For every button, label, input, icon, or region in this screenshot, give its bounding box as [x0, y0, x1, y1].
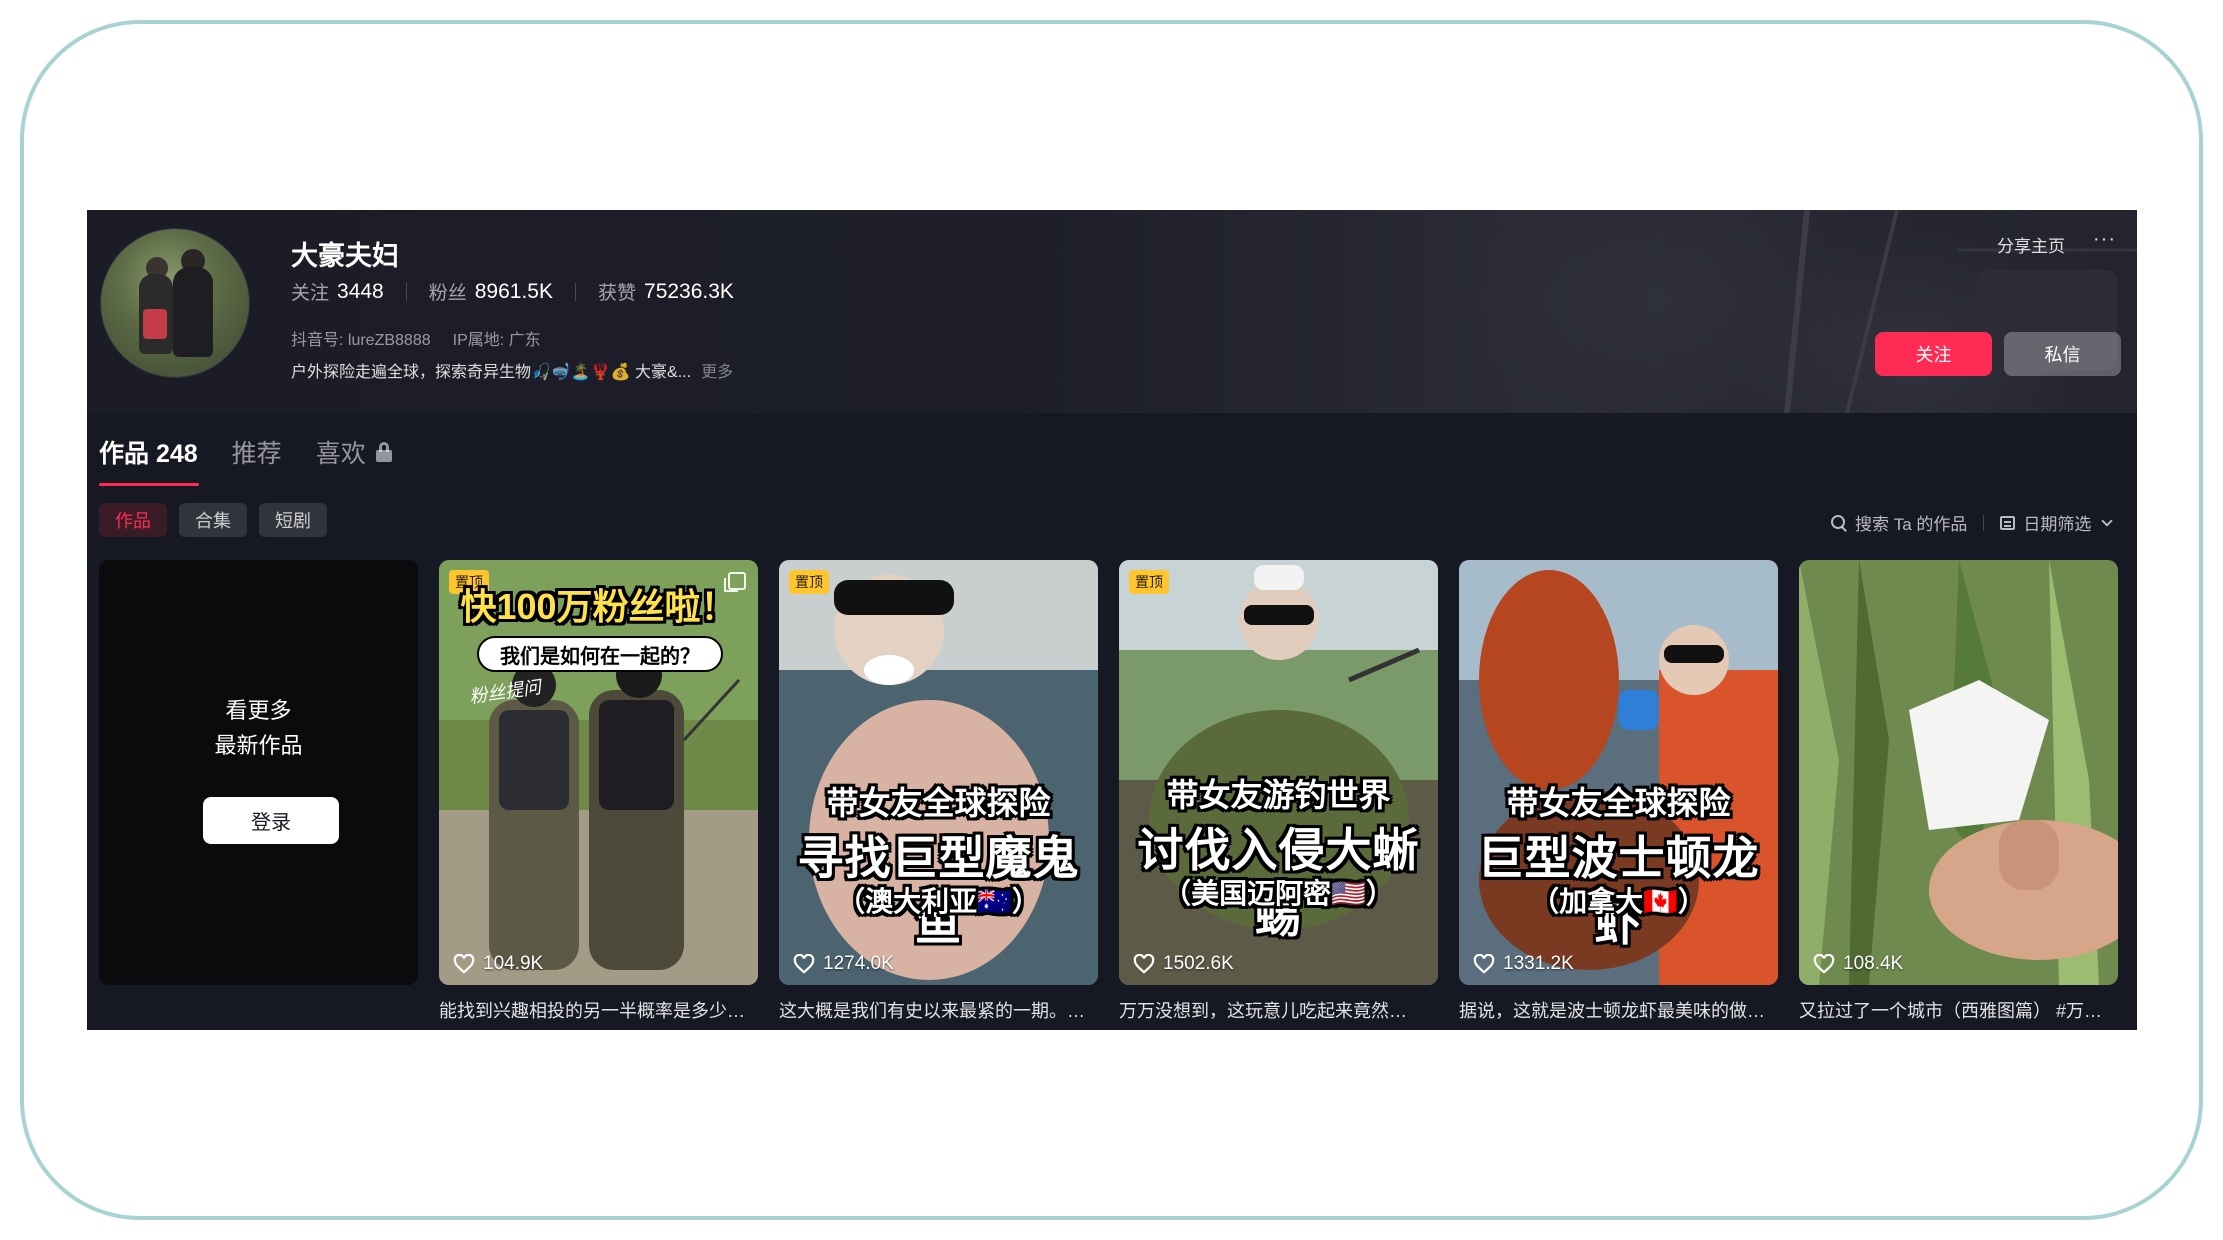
followers-label: 粉丝 — [428, 283, 467, 304]
video-card[interactable]: 置顶 快100万粉丝啦！ 我们是如何在一起的？ 粉丝提问 104.9K — [439, 560, 758, 985]
tab-recommend[interactable]: 推荐 — [232, 434, 282, 486]
followers-value: 8961.5K — [474, 279, 553, 303]
video-overlay-title: 带女友全球探险 — [1506, 785, 1731, 821]
following-label: 关注 — [291, 283, 330, 304]
tab-label: 推荐 — [231, 440, 282, 468]
video-card[interactable]: 108.4K — [1799, 560, 2118, 985]
video-caption[interactable]: 万万没想到，这玩意儿吃起来竟然… — [1119, 997, 1438, 1023]
works-toolbar: 搜索 Ta 的作品 日期筛选 — [1831, 510, 2114, 535]
video-card[interactable]: 带女友全球探险 巨型波士顿龙虾 （加拿大🇨🇦） 1331.2K — [1459, 560, 1778, 985]
login-prompt-text: 看更多 最新作品 — [214, 698, 303, 758]
subtab-collections[interactable]: 合集 — [179, 503, 247, 537]
profile-header: 大豪夫妇 关注 3448 粉丝 8961.5K 获赞 75236.3K 抖音号:… — [87, 210, 2137, 413]
sub-tabs: 作品 合集 短剧 — [99, 503, 327, 537]
video-likes: 1274.0K — [793, 953, 894, 975]
tab-works[interactable]: 作品 248 — [99, 434, 199, 486]
heart-icon — [1133, 954, 1155, 974]
video-overlay-title: 快100万粉丝啦！ — [460, 586, 737, 627]
profile-tabs: 作品 248 推荐 喜欢 — [99, 434, 426, 486]
video-caption[interactable]: 这大概是我们有史以来最紧的一期。… — [779, 997, 1098, 1023]
search-works-button[interactable]: 搜索 Ta 的作品 — [1855, 510, 1967, 535]
lock-icon — [375, 442, 392, 462]
bio-more-link[interactable]: 更多 — [701, 358, 733, 382]
likes-stat: 获赞 75236.3K — [598, 278, 734, 305]
video-likes: 1331.2K — [1473, 953, 1574, 975]
video-card[interactable]: 置顶 带女友全球探险 寻找巨型魔鬼鱼 （澳大利亚🇦🇺） 1274.0K — [779, 560, 1098, 985]
video-overlay-sub: （澳大利亚🇦🇺） — [837, 886, 1040, 917]
video-likes: 108.4K — [1813, 953, 1903, 975]
video-caption[interactable]: 据说，这就是波士顿龙虾最美味的做… — [1459, 997, 1778, 1023]
video-thumbnail — [1799, 560, 2118, 985]
video-overlay-bubble: 我们是如何在一起的？ — [477, 636, 723, 672]
following-value: 3448 — [337, 279, 384, 303]
douyin-id: 抖音号: lureZB8888 — [291, 332, 431, 349]
subtab-works[interactable]: 作品 — [99, 503, 167, 537]
heart-icon — [1473, 954, 1495, 974]
heart-icon — [453, 954, 475, 974]
video-overlay-title: 带女友游钓世界 — [1166, 777, 1391, 813]
search-icon — [1831, 514, 1847, 531]
calendar-icon — [2000, 515, 2016, 530]
video-likes: 1502.6K — [1133, 953, 1234, 975]
likes-value: 75236.3K — [644, 279, 734, 303]
video-overlay-sub: （加拿大🇨🇦） — [1531, 886, 1706, 917]
divider — [575, 282, 576, 301]
likes-label: 获赞 — [598, 283, 637, 304]
tab-label: 作品 248 — [99, 440, 198, 468]
tab-likes[interactable]: 喜欢 — [316, 434, 392, 486]
video-card[interactable]: 置顶 带女友游钓世界 讨伐入侵大蜥蜴 （美国迈阿密🇺🇸） 1502.6K — [1119, 560, 1438, 985]
pinned-badge: 置顶 — [789, 570, 829, 594]
video-likes: 104.9K — [453, 953, 543, 975]
avatar[interactable] — [100, 228, 250, 378]
video-overlay-title: 带女友全球探险 — [826, 785, 1051, 821]
profile-meta: 抖音号: lureZB8888 IP属地: 广东 — [291, 326, 541, 350]
share-profile-button[interactable]: 分享主页 — [1997, 232, 2065, 257]
profile-bio: 户外探险走遍全球，探索奇异生物🎣🤿🏝️🦞💰 大豪&... 更多 — [291, 358, 733, 382]
following-stat[interactable]: 关注 3448 — [291, 278, 384, 305]
follow-button[interactable]: 关注 — [1875, 332, 1992, 376]
header-background-image — [1784, 210, 2137, 413]
login-button[interactable]: 登录 — [203, 797, 339, 844]
video-caption[interactable]: 能找到兴趣相投的另一半概率是多少… — [439, 997, 758, 1023]
heart-icon — [1813, 954, 1835, 974]
heart-icon — [793, 954, 815, 974]
chevron-down-icon — [2101, 514, 2114, 527]
video-overlay-sub: （美国迈阿密🇺🇸） — [1163, 878, 1394, 909]
subtab-short-dramas[interactable]: 短剧 — [259, 503, 327, 537]
pinned-badge: 置顶 — [1129, 570, 1169, 594]
date-filter-button[interactable]: 日期筛选 — [2023, 510, 2091, 535]
profile-stats: 关注 3448 粉丝 8961.5K 获赞 75236.3K — [291, 278, 734, 305]
message-button[interactable]: 私信 — [2004, 332, 2121, 376]
more-options-icon[interactable]: ··· — [2093, 228, 2116, 251]
profile-name: 大豪夫妇 — [291, 241, 399, 271]
video-caption[interactable]: 又拉过了一个城市（西雅图篇） #万… — [1799, 997, 2118, 1023]
divider — [405, 282, 407, 301]
ip-location: IP属地: 广东 — [452, 332, 541, 349]
bio-text: 户外探险走遍全球，探索奇异生物🎣🤿🏝️🦞💰 大豪&... — [291, 364, 692, 381]
tab-label: 喜欢 — [315, 440, 366, 468]
login-prompt-card: 看更多 最新作品 登录 — [99, 560, 418, 985]
profile-page: 大豪夫妇 关注 3448 粉丝 8961.5K 获赞 75236.3K 抖音号:… — [87, 210, 2137, 1030]
followers-stat[interactable]: 粉丝 8961.5K — [429, 278, 553, 305]
divider — [1983, 514, 1985, 531]
